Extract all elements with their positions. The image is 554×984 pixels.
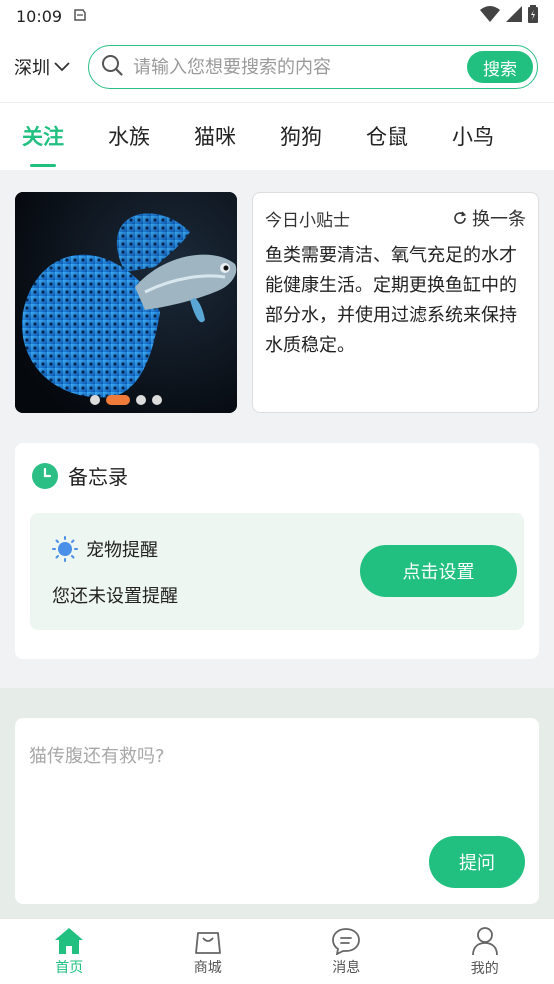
nav-mall-label: 商城 [193, 959, 222, 976]
reminder-title: 宠物提醒 [86, 540, 158, 561]
nav-home-label: 首页 [55, 959, 84, 976]
chevron-down-icon [54, 62, 70, 72]
reminder-status: 您还未设置提醒 [52, 586, 178, 607]
bottom-navigation: 首页 商城 消息 我的 [0, 918, 554, 984]
nav-home[interactable]: 首页 [0, 919, 139, 984]
signal-icon [506, 6, 522, 26]
nav-profile[interactable]: 我的 [416, 919, 554, 984]
tab-dogs[interactable]: 狗狗 [280, 103, 322, 171]
city-selector[interactable]: 深圳 [14, 54, 82, 80]
notification-icon [72, 7, 88, 26]
sun-icon [52, 536, 78, 562]
search-input[interactable] [133, 56, 467, 78]
tip-text: 鱼类需要清洁、氧气充足的水才能健康生活。定期更换鱼缸中的部分水，并使用过滤系统来… [265, 245, 517, 356]
question-card: 提问 [15, 718, 539, 904]
status-time: 10:09 [16, 6, 63, 26]
banner-carousel[interactable] [15, 192, 237, 413]
memo-title: 备忘录 [68, 465, 128, 489]
fish-image [15, 192, 237, 413]
pet-reminder-panel: 宠物提醒 您还未设置提醒 点击设置 [30, 513, 524, 630]
status-bar: 10:09 [0, 0, 554, 32]
battery-icon [528, 5, 538, 27]
carousel-dot-active[interactable] [106, 395, 130, 405]
tip-title: 今日小贴士 [265, 210, 350, 231]
wifi-icon [480, 6, 500, 26]
memo-card: 备忘录 宠物提醒 您还未设置提醒 点击设置 [15, 443, 539, 659]
carousel-dot[interactable] [152, 395, 162, 405]
carousel-dot[interactable] [136, 395, 146, 405]
tab-birds[interactable]: 小鸟 [452, 103, 494, 171]
search-icon [101, 54, 123, 80]
ask-button[interactable]: 提问 [429, 836, 525, 888]
chat-bubble-icon [332, 927, 361, 955]
tab-aquarium[interactable]: 水族 [108, 103, 150, 171]
nav-profile-label: 我的 [470, 960, 499, 977]
nav-mall[interactable]: 商城 [139, 919, 278, 984]
refresh-label: 换一条 [472, 209, 526, 230]
question-input[interactable] [29, 742, 509, 822]
refresh-icon [454, 211, 466, 224]
search-box: 搜索 [88, 45, 538, 89]
shopping-bag-icon [194, 931, 221, 954]
search-button[interactable]: 搜索 [467, 51, 533, 83]
clock-icon [32, 462, 58, 489]
header: 深圳 搜索 [0, 32, 554, 102]
refresh-tip-button[interactable]: 换一条 [452, 205, 526, 231]
tab-hamsters[interactable]: 仓鼠 [366, 103, 408, 171]
tab-cats[interactable]: 猫咪 [194, 103, 236, 171]
category-tabs: 关注 水族 猫咪 狗狗 仓鼠 小鸟 [0, 102, 554, 170]
home-icon [55, 927, 84, 954]
daily-tip-card: 今日小贴士 换一条 鱼类需要清洁、氧气充足的水才能健康生活。定期更换鱼缸中的部分… [252, 192, 539, 413]
nav-messages[interactable]: 消息 [277, 919, 416, 984]
city-label: 深圳 [14, 58, 50, 79]
carousel-indicator [15, 395, 237, 405]
set-reminder-button[interactable]: 点击设置 [360, 545, 517, 597]
carousel-dot[interactable] [90, 395, 100, 405]
nav-messages-label: 消息 [332, 959, 361, 976]
user-icon [471, 926, 498, 955]
tab-follow[interactable]: 关注 [22, 103, 64, 171]
